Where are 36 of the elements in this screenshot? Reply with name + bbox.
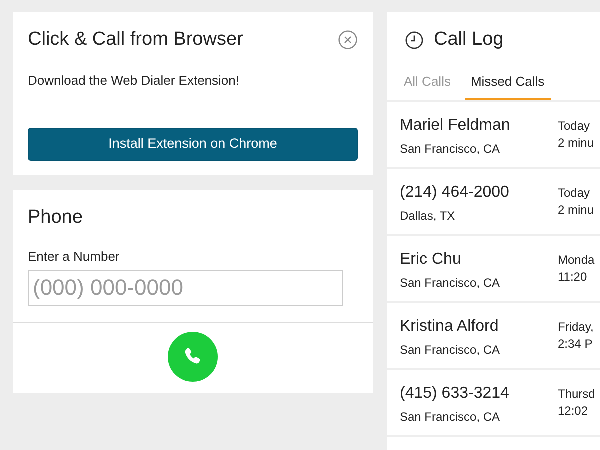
caller-name: Mariel Feldman (400, 116, 510, 136)
call-button[interactable] (168, 332, 218, 382)
call-row[interactable]: (415) 633-3214 San Francisco, CA Thursd 12:02 (387, 368, 600, 435)
caller-name: (415) 633-3214 (400, 384, 510, 404)
call-day: Monda (558, 252, 600, 270)
call-row[interactable]: (214) 464-2000 Dallas, TX Today 2 minu (387, 167, 600, 234)
field-label: Enter a Number (28, 248, 121, 266)
install-button[interactable]: Install Extension on Chrome (28, 128, 358, 161)
caller-location: San Francisco, CA (400, 141, 502, 158)
call-day: Today (558, 118, 600, 136)
tab[interactable]: Missed Calls (464, 72, 551, 100)
call-day: Friday, (558, 319, 600, 336)
call-time: 2 minu (558, 135, 596, 152)
call-row[interactable]: Kristina Alford San Francisco, CA Friday, 2:34 P (387, 301, 600, 368)
caller-location: San Francisco, CA (400, 409, 502, 426)
panel-title: Call Log (434, 28, 504, 52)
card-title: Phone (28, 206, 84, 230)
call-time: 2:34 P (558, 336, 594, 354)
call-time: 2 minu (558, 202, 596, 220)
caller-name: (214) 464-2000 (400, 183, 510, 203)
call-time: 11:20 (558, 269, 588, 286)
call-row[interactable]: Eric Chu San Francisco, CA Monda 11:20 (387, 234, 600, 301)
call-time: 12:02 (558, 403, 590, 420)
clock-icon (405, 30, 424, 50)
call-row[interactable]: Mariel Feldman San Francisco, CA Today 2 minu (387, 100, 600, 167)
card-title: Click & Call from Browser (28, 28, 244, 52)
caller-location: San Francisco, CA (400, 342, 500, 359)
close-icon[interactable] (338, 30, 358, 50)
caller-name: Kristina Alford (400, 317, 500, 337)
message-text: Download the Web Dialer Extension! (28, 72, 240, 90)
caller-location: Dallas, TX (400, 208, 456, 225)
phone-number-field[interactable]: (000) 000-0000 (28, 270, 343, 306)
caller-name: Eric Chu (400, 250, 462, 270)
caller-location: San Francisco, CA (400, 275, 500, 292)
call-day: Today (558, 185, 600, 202)
call-day: Thursd (558, 386, 600, 404)
